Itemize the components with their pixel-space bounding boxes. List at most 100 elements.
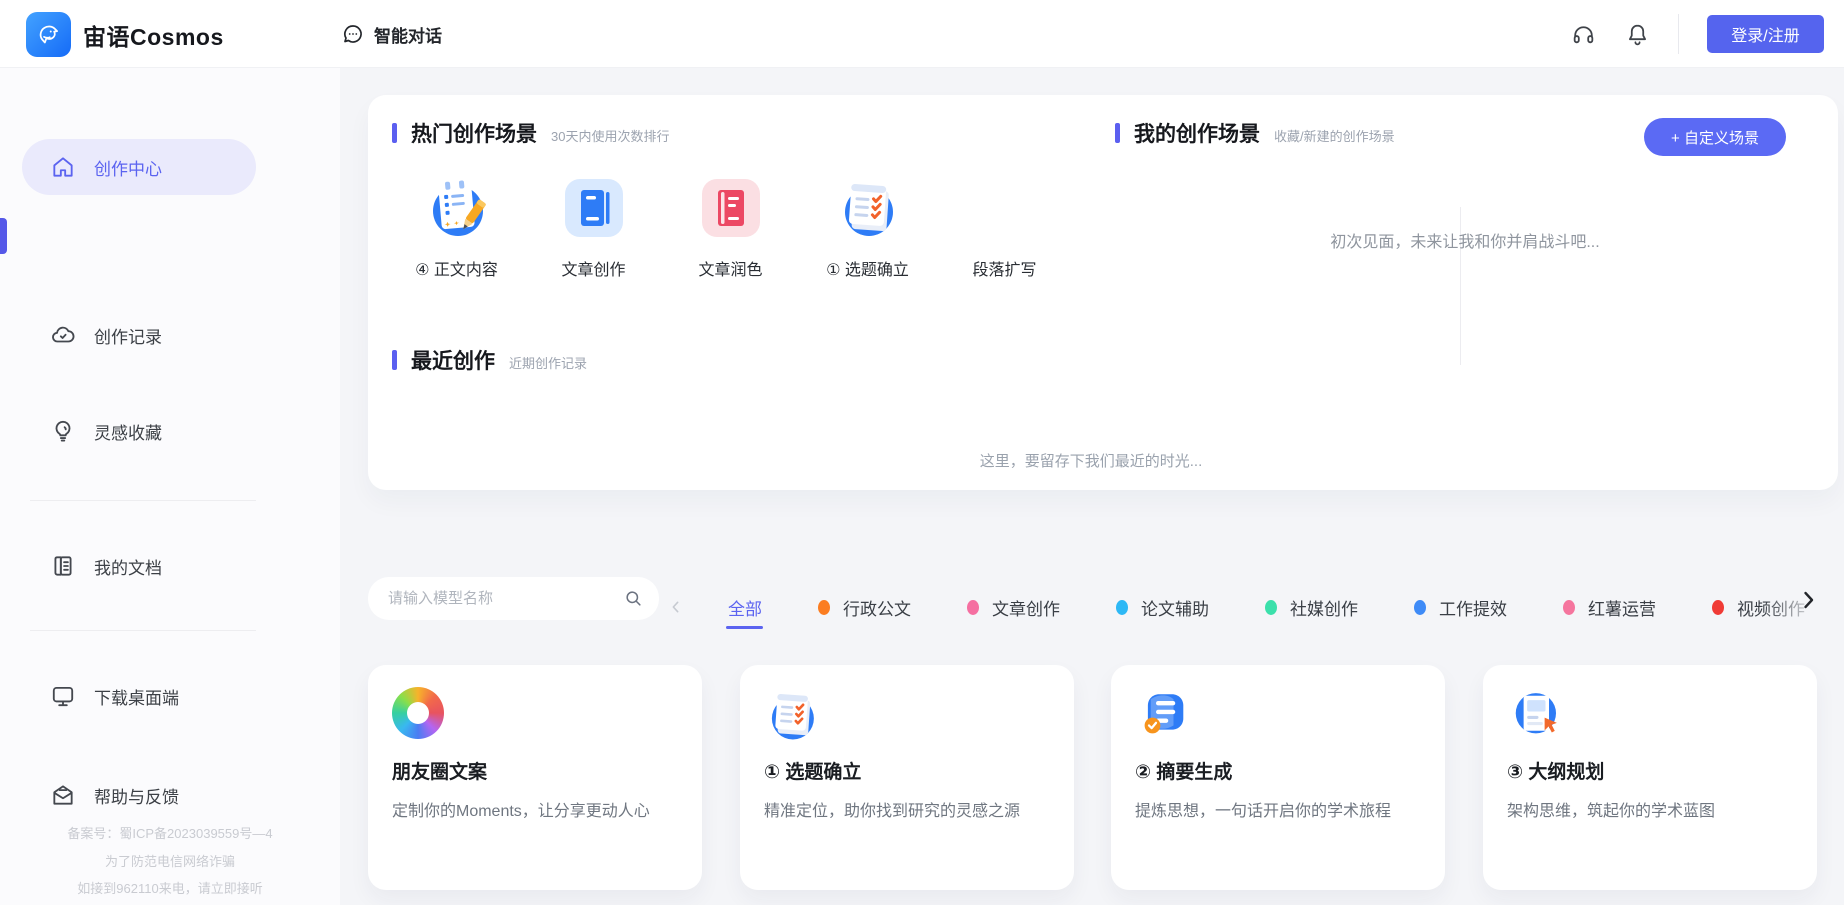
card-title: ① 选题确立	[764, 757, 1050, 784]
my-scenes-title: 我的创作场景	[1134, 118, 1260, 148]
header-divider	[1678, 14, 1679, 54]
tab-label: 全部	[728, 595, 762, 620]
card-description: 提炼思想，一句话开启你的学术旅程	[1135, 798, 1427, 826]
category-dot	[967, 600, 979, 615]
hot-scene-article-polish[interactable]: 文章润色	[662, 176, 799, 280]
monitor-icon	[50, 683, 76, 709]
bell-icon[interactable]	[1624, 21, 1650, 47]
hot-scene-article-creation[interactable]: 文章创作	[525, 176, 662, 280]
card-title: 朋友圈文案	[392, 757, 678, 784]
tabs-chevron-left-icon[interactable]	[668, 599, 684, 615]
scene-polish-icon	[699, 176, 763, 240]
card-title: ③ 大纲规划	[1507, 757, 1793, 784]
sidebar-item-my-documents[interactable]: 我的文档	[0, 538, 290, 594]
my-scenes-subtitle: 收藏/新建的创作场景	[1274, 126, 1395, 145]
card-description: 精准定位，助你找到研究的灵感之源	[764, 798, 1056, 826]
sidebar-item-download-desktop[interactable]: 下载桌面端	[0, 668, 290, 724]
top-header: 宙语Cosmos 智能对话	[0, 0, 1844, 68]
hot-scene-body-content[interactable]: ④ 正文内容	[388, 176, 525, 280]
my-scenes-header: 我的创作场景 收藏/新建的创作场景	[1115, 118, 1395, 148]
recent-creations-empty-text: 这里，要留存下我们最近的时光...	[368, 450, 1814, 471]
title-accent-bar	[1115, 123, 1120, 143]
model-card-moments[interactable]: 朋友圈文案 定制你的Moments，让分享更动人心	[368, 665, 702, 890]
brand: 宙语Cosmos	[26, 12, 224, 57]
recent-creations-header: 最近创作 近期创作记录	[392, 345, 587, 375]
app: 宙语Cosmos 智能对话	[0, 0, 1844, 905]
mail-icon	[50, 782, 76, 808]
anti-fraud-line-1: 为了防范电信网络诈骗	[0, 851, 340, 870]
custom-scene-button[interactable]: + 自定义场景	[1644, 118, 1786, 156]
category-tabs: 全部 行政公文 文章创作 论文辅助 社媒创作 工作提效 红薯运营 视频创作	[668, 577, 1844, 637]
checklist-icon	[764, 687, 820, 743]
tab-gov-documents[interactable]: 行政公文	[806, 586, 923, 629]
tab-xiaohongshu[interactable]: 红薯运营	[1551, 586, 1668, 629]
hot-scenes-row: ④ 正文内容 文章创作	[388, 176, 1073, 280]
hot-scene-topic-selection[interactable]: ① 选题确立	[799, 176, 936, 280]
sidebar-item-label: 创作记录	[94, 323, 162, 348]
hot-scenes-header: 热门创作场景 30天内使用次数排行	[392, 118, 669, 148]
model-card-outline-planning[interactable]: ③ 大纲规划 架构思维，筑起你的学术蓝图	[1483, 665, 1817, 890]
tab-work-efficiency[interactable]: 工作提效	[1402, 586, 1519, 629]
my-scenes-empty-text: 初次见面，未来让我和你并肩战斗吧...	[1092, 228, 1838, 252]
tab-label: 文章创作	[992, 595, 1060, 620]
home-icon	[50, 154, 76, 180]
anti-fraud-line-2: 如接到962110来电，请立即接听	[0, 878, 340, 897]
tabs-chevron-right-icon[interactable]	[1796, 588, 1820, 612]
recent-creations-subtitle: 近期创作记录	[509, 353, 587, 372]
model-search	[368, 577, 659, 620]
model-search-input[interactable]	[368, 577, 659, 620]
sidebar-divider	[30, 500, 256, 501]
tab-paper-assist[interactable]: 论文辅助	[1104, 586, 1221, 629]
scene-paragraph-expand-icon-empty	[973, 176, 1037, 240]
tab-all[interactable]: 全部	[716, 586, 774, 629]
brand-title: 宙语Cosmos	[83, 18, 224, 52]
category-dot	[1265, 600, 1277, 615]
scene-body-content-icon	[425, 176, 489, 240]
doc-check-icon	[1135, 687, 1191, 743]
brand-logo-bird-icon	[26, 12, 71, 57]
headphones-icon[interactable]	[1570, 21, 1596, 47]
hot-scene-paragraph-expand[interactable]: 段落扩写	[936, 176, 1073, 280]
login-register-button[interactable]: 登录/注册	[1707, 15, 1824, 53]
search-icon[interactable]	[624, 589, 643, 608]
sidebar-item-creation-center[interactable]: 创作中心	[0, 139, 290, 195]
hot-scene-label: 文章创作	[561, 256, 625, 280]
title-accent-bar	[392, 123, 397, 143]
sidebar-item-inspiration[interactable]: 灵感收藏	[0, 403, 290, 459]
cloud-check-icon	[50, 322, 76, 348]
nav-smart-chat[interactable]: 智能对话	[341, 0, 442, 68]
recent-creations-title: 最近创作	[411, 345, 495, 375]
model-card-abstract-generation[interactable]: ② 摘要生成 提炼思想，一句话开启你的学术旅程	[1111, 665, 1445, 890]
tab-label: 行政公文	[843, 595, 911, 620]
lightbulb-icon	[50, 418, 76, 444]
sidebar-item-help-feedback[interactable]: 帮助与反馈	[0, 767, 290, 823]
aperture-icon	[392, 687, 448, 743]
sidebar-item-label: 帮助与反馈	[94, 783, 179, 808]
scene-topic-icon	[836, 176, 900, 240]
category-dot	[818, 600, 830, 615]
chat-bubble-icon	[341, 22, 365, 46]
tab-article-creation[interactable]: 文章创作	[955, 586, 1072, 629]
hot-scenes-title: 热门创作场景	[411, 118, 537, 148]
hot-scene-label: 文章润色	[698, 256, 762, 280]
documents-icon	[50, 553, 76, 579]
sidebar-item-label: 创作中心	[94, 155, 162, 180]
sidebar-item-creation-records[interactable]: 创作记录	[0, 307, 290, 363]
sidebar-divider	[30, 630, 256, 631]
category-dot	[1563, 600, 1575, 615]
card-description: 定制你的Moments，让分享更动人心	[392, 798, 684, 826]
icp-record-line: 备案号：蜀ICP备2023039559号—4	[0, 823, 340, 842]
tab-label: 工作提效	[1439, 595, 1507, 620]
sidebar-item-label: 灵感收藏	[94, 419, 162, 444]
card-description: 架构思维，筑起你的学术蓝图	[1507, 798, 1799, 826]
card-title: ② 摘要生成	[1135, 757, 1421, 784]
hot-scene-label: ① 选题确立	[826, 256, 909, 280]
sidebar-item-label: 下载桌面端	[94, 684, 179, 709]
sidebar: 创作中心 创作记录 灵感收藏 我的文档	[0, 68, 340, 905]
tab-label: 红薯运营	[1588, 595, 1656, 620]
tab-label: 论文辅助	[1141, 595, 1209, 620]
tab-social-media[interactable]: 社媒创作	[1253, 586, 1370, 629]
model-card-topic-selection[interactable]: ① 选题确立 精准定位，助你找到研究的灵感之源	[740, 665, 1074, 890]
category-dot	[1712, 600, 1724, 615]
hot-scenes-subtitle: 30天内使用次数排行	[551, 126, 669, 145]
